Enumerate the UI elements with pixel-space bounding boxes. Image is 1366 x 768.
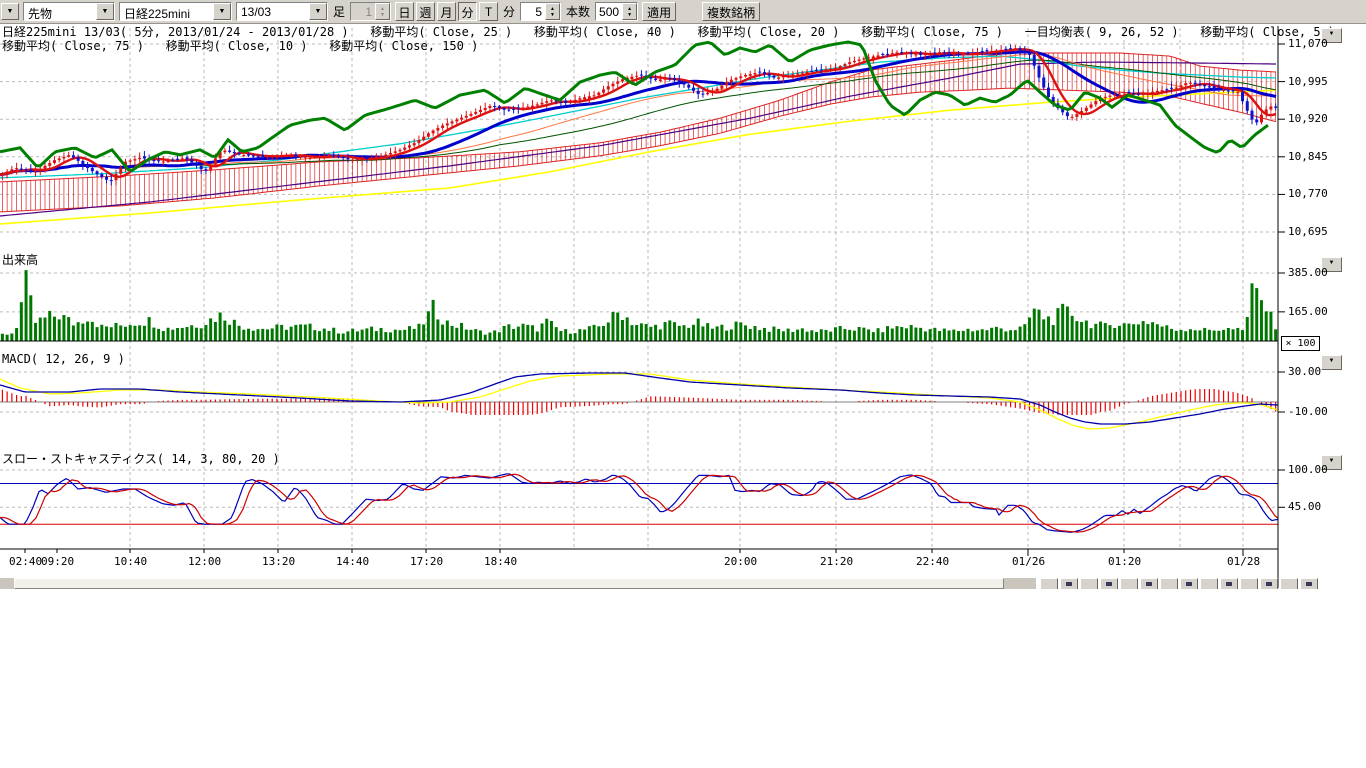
ashi-spinner: 1 ▲▼ <box>350 2 391 21</box>
apply-button[interactable]: 適用 <box>642 2 676 21</box>
period-button-月[interactable]: 月 <box>437 2 456 21</box>
axis-tick-label: 45.00 <box>1288 501 1321 513</box>
bottom-button[interactable] <box>1280 578 1298 589</box>
bottom-button[interactable] <box>1180 578 1198 589</box>
axis-tick-label: 10,845 <box>1288 151 1328 163</box>
chevron-down-icon[interactable]: ▼ <box>309 3 327 20</box>
time-tick-label: 20:00 <box>724 556 757 568</box>
time-tick-label: 22:40 <box>916 556 949 568</box>
bottom-button[interactable] <box>1080 578 1098 589</box>
axis-tick-label: -10.00 <box>1288 406 1328 418</box>
time-tick-label: 01/26 <box>1012 556 1045 568</box>
bottom-button[interactable] <box>1260 578 1278 589</box>
period-button-日[interactable]: 日 <box>395 2 414 21</box>
time-tick-label: 17:20 <box>410 556 443 568</box>
axis-tick-label: 10,995 <box>1288 76 1328 88</box>
period-button-週[interactable]: 週 <box>416 2 435 21</box>
time-tick-label: 01:20 <box>1108 556 1141 568</box>
spinner-arrows-icon[interactable]: ▲▼ <box>622 3 637 20</box>
axis-tick-label: 30.00 <box>1288 366 1321 378</box>
period-button-group: 日週月分T <box>395 2 498 21</box>
macd-pane-label: MACD( 12, 26, 9 ) <box>2 353 125 366</box>
count-spinner[interactable]: 500 ▲▼ <box>595 2 638 21</box>
horizontal-scrollbar[interactable] <box>0 578 1036 589</box>
chart-canvas <box>0 24 1366 768</box>
bottom-button[interactable] <box>1100 578 1118 589</box>
time-tick-label: 21:20 <box>820 556 853 568</box>
volume-multiplier-badge: × 100 <box>1281 336 1320 351</box>
legend-line2: 移動平均( Close, 75 ) 移動平均( Close, 10 ) 移動平均… <box>2 40 478 53</box>
stoch-pane-label: スロー・ストキャスティクス( 14, 3, 80, 20 ) <box>2 453 280 466</box>
period-button-T[interactable]: T <box>479 2 498 21</box>
stub-combo-arrow-icon[interactable]: ▼ <box>1 3 19 20</box>
bottom-button[interactable] <box>1120 578 1138 589</box>
axis-tick-label: 10,770 <box>1288 188 1328 200</box>
bottom-button[interactable] <box>1040 578 1058 589</box>
minute-spinner-value: 5 <box>521 3 545 20</box>
bottom-button[interactable] <box>1200 578 1218 589</box>
axis-tick-label: 10,695 <box>1288 226 1328 238</box>
contract-combobox-value: 13/03 <box>237 3 309 20</box>
axis-tick-label: 165.00 <box>1288 306 1328 318</box>
time-tick-label: 01/28 <box>1227 556 1260 568</box>
count-label: 本数 <box>565 3 591 20</box>
chevron-down-icon[interactable]: ▼ <box>213 3 231 20</box>
time-tick-label: 02:40 <box>9 556 42 568</box>
time-tick-label: 18:40 <box>484 556 517 568</box>
toolbar: ▼ 先物 ▼ 日経225mini ▼ 13/03 ▼ 足 1 ▲▼ 日週月分T … <box>0 0 1366 24</box>
time-tick-label: 13:20 <box>262 556 295 568</box>
time-tick-label: 10:40 <box>114 556 147 568</box>
time-tick-label: 09:20 <box>41 556 74 568</box>
volume-pane-label: 出来高 <box>2 254 38 267</box>
market-combobox-value: 先物 <box>24 3 96 20</box>
bottom-button[interactable] <box>1160 578 1178 589</box>
ashi-spinner-value: 1 <box>351 3 375 20</box>
spinner-arrows-icon[interactable]: ▲▼ <box>545 3 560 20</box>
contract-combobox[interactable]: 13/03 ▼ <box>236 2 328 21</box>
spinner-arrows-icon[interactable]: ▲▼ <box>375 3 390 20</box>
time-tick-label: 12:00 <box>188 556 221 568</box>
market-combobox[interactable]: 先物 ▼ <box>23 2 115 21</box>
axis-tick-label: 385.00 <box>1288 267 1328 279</box>
bottom-button[interactable] <box>1240 578 1258 589</box>
minute-spinner[interactable]: 5 ▲▼ <box>520 2 561 21</box>
minute-label: 分 <box>502 3 516 20</box>
macd-scale-dropdown-icon[interactable]: ▼ <box>1321 355 1342 370</box>
axis-tick-label: 10,920 <box>1288 113 1328 125</box>
symbol-combobox-value: 日経225mini <box>120 3 213 20</box>
bottom-button[interactable] <box>1300 578 1318 589</box>
axis-tick-label: 100.00 <box>1288 464 1328 476</box>
chart-area: 日経225mini 13/03( 5分, 2013/01/24 - 2013/0… <box>0 24 1366 768</box>
bottom-button-row <box>1040 578 1318 589</box>
chevron-down-icon[interactable]: ▼ <box>96 3 114 20</box>
bottom-button[interactable] <box>1060 578 1078 589</box>
ashi-label: 足 <box>332 3 346 20</box>
scrollbar-thumb[interactable] <box>14 578 1004 589</box>
legend-line1: 日経225mini 13/03( 5分, 2013/01/24 - 2013/0… <box>2 26 1335 39</box>
axis-tick-label: 11,070 <box>1288 38 1328 50</box>
time-tick-label: 14:40 <box>336 556 369 568</box>
bottom-button[interactable] <box>1220 578 1238 589</box>
symbol-combobox[interactable]: 日経225mini ▼ <box>119 2 232 21</box>
bottom-button[interactable] <box>1140 578 1158 589</box>
period-button-分[interactable]: 分 <box>458 2 477 21</box>
multi-symbol-button[interactable]: 複数銘柄 <box>702 2 760 21</box>
count-spinner-value: 500 <box>596 3 622 20</box>
